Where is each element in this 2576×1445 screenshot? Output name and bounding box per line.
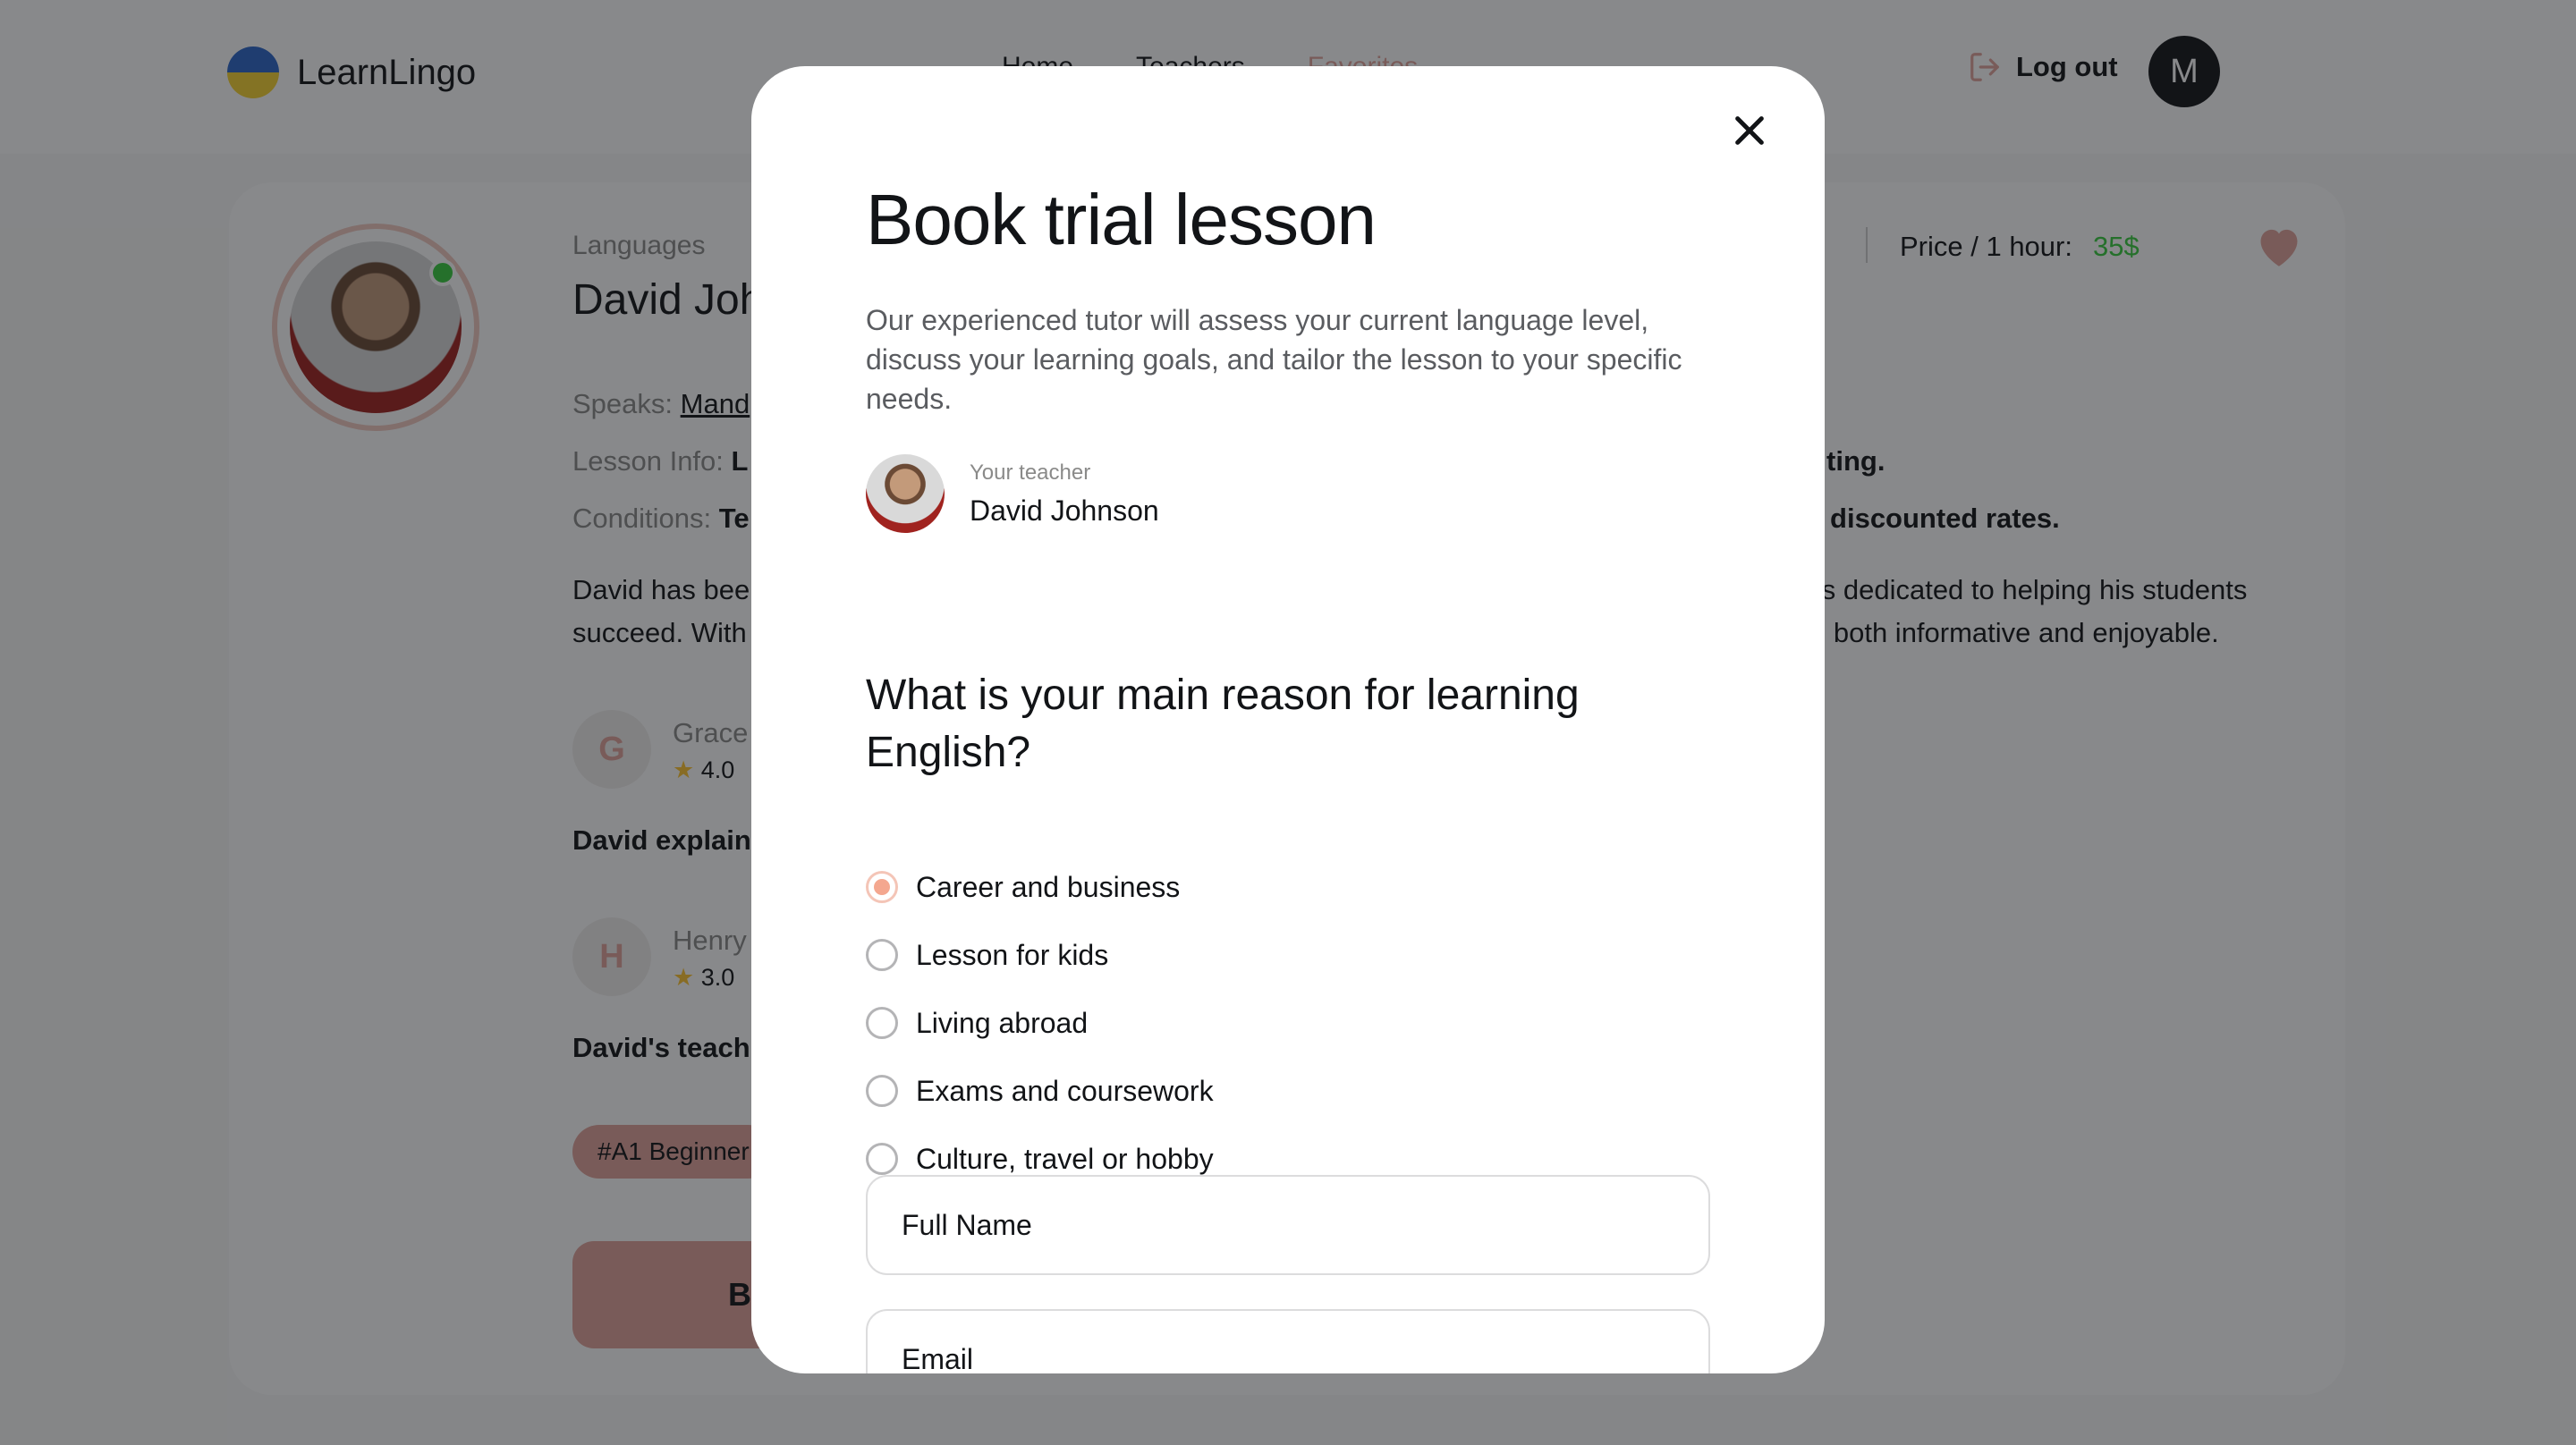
modal-title: Book trial lesson bbox=[866, 180, 1377, 259]
reason-option-kids[interactable]: Lesson for kids bbox=[866, 921, 1214, 989]
radio-button[interactable] bbox=[866, 1143, 898, 1175]
close-icon bbox=[1735, 116, 1764, 145]
reason-option-abroad[interactable]: Living abroad bbox=[866, 989, 1214, 1057]
teacher-avatar bbox=[866, 454, 945, 533]
option-label: Living abroad bbox=[916, 1006, 1089, 1039]
email-input[interactable] bbox=[866, 1309, 1710, 1373]
full-name-input[interactable] bbox=[866, 1175, 1710, 1275]
reason-option-career[interactable]: Career and business bbox=[866, 853, 1214, 921]
option-label: Culture, travel or hobby bbox=[916, 1142, 1214, 1175]
radio-button[interactable] bbox=[866, 871, 898, 903]
teacher-name: David Johnson bbox=[970, 494, 1159, 527]
reason-option-exams[interactable]: Exams and coursework bbox=[866, 1057, 1214, 1125]
radio-button[interactable] bbox=[866, 1075, 898, 1107]
teacher-caption: Your teacher bbox=[970, 460, 1091, 485]
close-button[interactable] bbox=[1724, 106, 1775, 156]
reason-question: What is your main reason for learning En… bbox=[866, 672, 1580, 776]
modal-description: Our experienced tutor will assess your c… bbox=[866, 304, 1682, 415]
option-label: Career and business bbox=[916, 870, 1181, 903]
book-trial-modal: Book trial lesson Our experienced tutor … bbox=[751, 66, 1825, 1373]
option-label: Lesson for kids bbox=[916, 938, 1109, 971]
teacher-info: Your teacher David Johnson bbox=[866, 454, 1159, 533]
reason-options: Career and business Lesson for kids Livi… bbox=[866, 853, 1214, 1193]
option-label: Exams and coursework bbox=[916, 1074, 1214, 1107]
radio-button[interactable] bbox=[866, 1007, 898, 1039]
radio-button[interactable] bbox=[866, 939, 898, 971]
